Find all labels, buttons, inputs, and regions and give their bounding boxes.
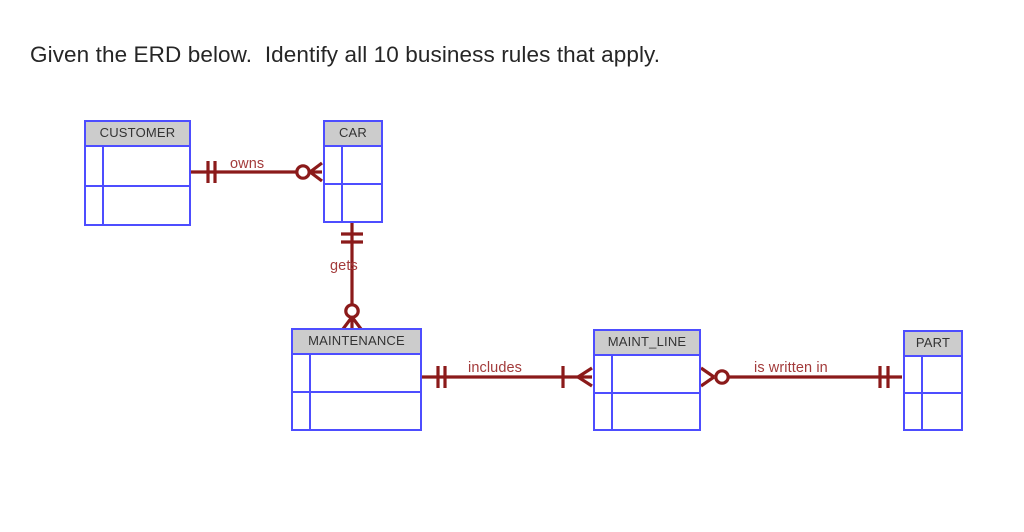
entity-customer-name: CUSTOMER [86, 122, 189, 147]
entity-part-attributes [905, 357, 961, 429]
attribute-row [905, 394, 961, 429]
connector-gets [341, 223, 363, 330]
entity-car[interactable]: CAR [323, 120, 383, 223]
entity-car-attributes [325, 147, 381, 221]
entity-maintenance-attributes [293, 355, 420, 429]
entity-maint-line-name: MAINT_LINE [595, 331, 699, 356]
entity-customer-attributes [86, 147, 189, 224]
attribute-row [325, 147, 381, 185]
attribute-value-cell [613, 394, 699, 430]
attribute-key-cell [325, 185, 343, 221]
attribute-value-cell [311, 393, 420, 429]
attribute-row [905, 357, 961, 394]
attribute-key-cell [86, 147, 104, 185]
attribute-value-cell [343, 147, 381, 183]
attribute-value-cell [923, 357, 961, 392]
entity-customer[interactable]: CUSTOMER [84, 120, 191, 226]
attribute-row [293, 393, 420, 429]
attribute-row [595, 393, 699, 430]
attribute-key-cell [905, 357, 923, 392]
relationship-label-is-written-in: is written in [754, 360, 828, 376]
attribute-key-cell [86, 186, 104, 224]
attribute-row [293, 355, 420, 393]
attribute-row [595, 356, 699, 394]
entity-maintenance[interactable]: MAINTENANCE [291, 328, 422, 431]
attribute-key-cell [595, 393, 613, 429]
attribute-key-cell [293, 355, 311, 391]
erd-diagram: CUSTOMER CAR MAINTENANCE MAINT_LINE PART… [0, 0, 1024, 532]
relationship-label-includes: includes [468, 360, 522, 376]
connectors-layer [191, 161, 902, 388]
attribute-value-cell [923, 394, 961, 429]
entity-maint-line[interactable]: MAINT_LINE [593, 329, 701, 431]
attribute-key-cell [905, 394, 923, 429]
entity-part[interactable]: PART [903, 330, 963, 431]
attribute-value-cell [343, 185, 381, 221]
entity-maint-line-attributes [595, 356, 699, 429]
attribute-row [86, 147, 189, 187]
attribute-key-cell [595, 356, 613, 392]
attribute-value-cell [311, 355, 420, 391]
relationship-label-owns: owns [230, 156, 265, 172]
attribute-value-cell [104, 187, 189, 225]
entity-maintenance-name: MAINTENANCE [293, 330, 420, 355]
attribute-key-cell [325, 147, 343, 183]
attribute-value-cell [613, 356, 699, 392]
entity-car-name: CAR [325, 122, 381, 147]
entity-part-name: PART [905, 332, 961, 357]
attribute-row [325, 185, 381, 221]
relationship-label-gets: gets [330, 258, 358, 274]
attribute-value-cell [104, 147, 189, 185]
attribute-row [86, 186, 189, 225]
attribute-key-cell [293, 393, 311, 429]
